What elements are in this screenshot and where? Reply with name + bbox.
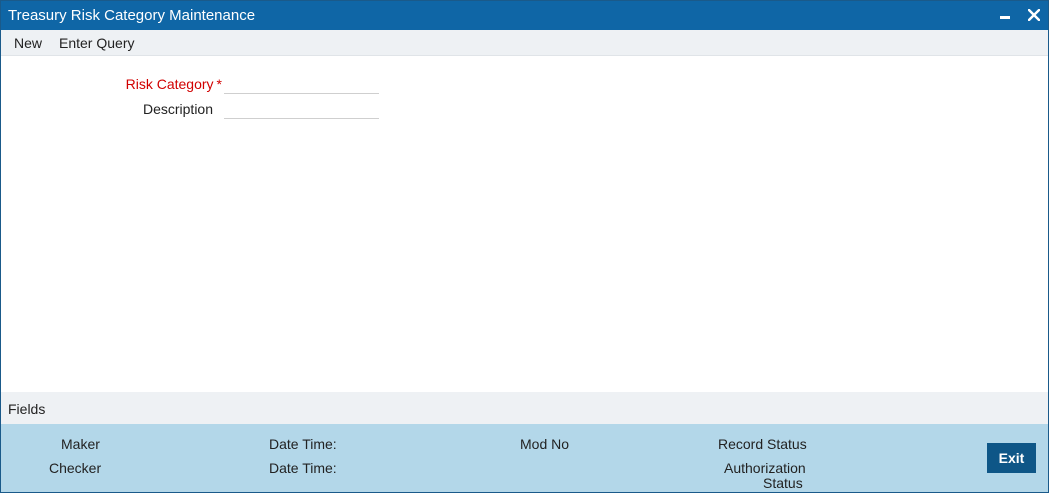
window-title: Treasury Risk Category Maintenance [8,7,256,24]
audit-panel: Maker Checker Date Time: Date Time: Mod … [1,424,1048,492]
authorization-status-label-line2: Status [763,475,803,491]
mod-no-label: Mod No [520,436,570,452]
minimize-icon[interactable] [994,5,1016,25]
description-label: Description [142,101,213,117]
risk-category-input[interactable] [224,73,379,94]
risk-category-row: Risk Category * [1,73,379,95]
exit-button[interactable]: Exit [987,443,1036,473]
title-bar: Treasury Risk Category Maintenance [1,1,1048,30]
checker-label: Checker [49,460,102,476]
record-status-label: Record Status [718,436,807,452]
fields-bar: Fields [1,392,1048,424]
maker-date-time-label: Date Time: [269,436,337,452]
new-menu-item[interactable]: New [14,35,42,51]
description-row: Description [1,98,379,120]
fields-link[interactable]: Fields [8,401,45,417]
risk-category-label: Risk Category * [125,76,222,92]
description-input[interactable] [224,98,379,119]
required-marker: * [216,76,222,92]
form-area: Risk Category * Description [1,56,1048,392]
enter-query-menu-item[interactable]: Enter Query [59,35,134,51]
maintenance-window: Treasury Risk Category Maintenance New E… [0,0,1049,493]
close-icon[interactable] [1023,5,1045,25]
menu-bar: New Enter Query [1,30,1048,56]
maker-label: Maker [61,436,100,452]
checker-date-time-label: Date Time: [269,460,337,476]
authorization-status-label-line1: Authorization [724,460,806,476]
